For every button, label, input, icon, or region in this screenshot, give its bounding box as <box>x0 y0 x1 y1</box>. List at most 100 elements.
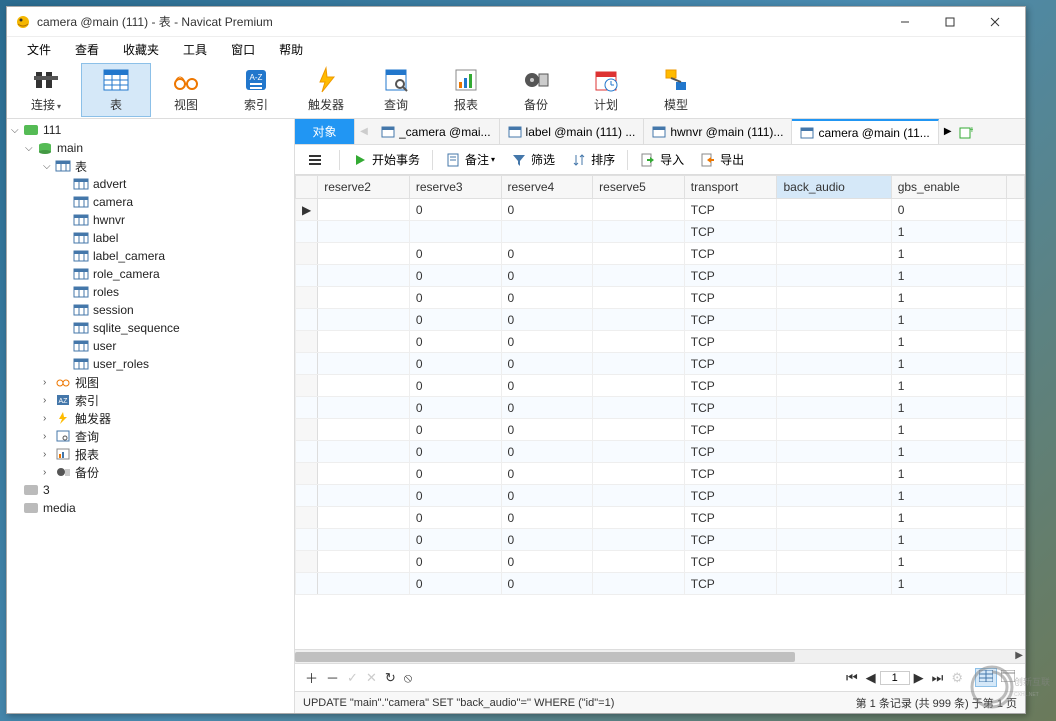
cell-back_audio[interactable] <box>777 199 891 221</box>
tree-label_camera[interactable]: label_camera <box>7 247 294 265</box>
next-page-button[interactable]: ▶ <box>910 668 928 688</box>
table-row[interactable]: 00TCP1 <box>296 551 1025 573</box>
sort-button[interactable]: 排序 <box>565 149 621 170</box>
cell-reserve4[interactable]: 0 <box>501 463 593 485</box>
table-row[interactable]: 00TCP1 <box>296 507 1025 529</box>
delete-record-button[interactable]: － <box>322 666 343 689</box>
cell-transport[interactable]: TCP <box>684 199 777 221</box>
cell-reserve4[interactable]: 0 <box>501 397 593 419</box>
cell-gbs_enable[interactable]: 1 <box>891 463 1006 485</box>
cell-reserve2[interactable] <box>318 507 410 529</box>
tree-session[interactable]: session <box>7 301 294 319</box>
cell-reserve5[interactable] <box>593 485 685 507</box>
maximize-button[interactable] <box>927 7 972 37</box>
cell-reserve4[interactable]: 0 <box>501 507 593 529</box>
cell-reserve2[interactable] <box>318 309 410 331</box>
last-page-button[interactable]: ⏭ <box>928 668 948 688</box>
cell-gbs_enable[interactable]: 1 <box>891 441 1006 463</box>
cell-reserve5[interactable] <box>593 573 685 595</box>
first-page-button[interactable]: ⏮ <box>842 668 862 688</box>
begin-transaction-button[interactable]: 开始事务 <box>346 149 426 170</box>
apply-button[interactable]: ✓ <box>343 668 362 688</box>
table-row[interactable]: 00TCP1 <box>296 375 1025 397</box>
cell-back_audio[interactable] <box>777 353 891 375</box>
cell-reserve3[interactable]: 0 <box>409 463 501 485</box>
cell-reserve5[interactable] <box>593 287 685 309</box>
close-button[interactable] <box>972 7 1017 37</box>
memo-button[interactable]: 备注▾ <box>439 149 501 170</box>
table-row[interactable]: 00TCP1 <box>296 243 1025 265</box>
cell-transport[interactable]: TCP <box>684 419 777 441</box>
table-row[interactable]: 00TCP1 <box>296 265 1025 287</box>
cell-back_audio[interactable] <box>777 507 891 529</box>
cell-gbs_enable[interactable]: 0 <box>891 199 1006 221</box>
cell-reserve4[interactable] <box>501 221 593 243</box>
tab-scroll-right[interactable]: ▶ <box>939 119 957 144</box>
tree-111[interactable]: ⌵111 <box>7 121 294 139</box>
cell-reserve3[interactable]: 0 <box>409 507 501 529</box>
cell-gbs_enable[interactable]: 1 <box>891 221 1006 243</box>
cell-gbs_enable[interactable]: 1 <box>891 507 1006 529</box>
cell-reserve2[interactable] <box>318 221 410 243</box>
tree-索引[interactable]: ›AZ索引 <box>7 391 294 409</box>
cell-reserve5[interactable] <box>593 463 685 485</box>
cell-reserve3[interactable]: 0 <box>409 551 501 573</box>
cell-reserve2[interactable] <box>318 485 410 507</box>
cell-reserve5[interactable] <box>593 353 685 375</box>
cell-back_audio[interactable] <box>777 375 891 397</box>
table-row[interactable]: 00TCP1 <box>296 353 1025 375</box>
table-row[interactable]: 00TCP1 <box>296 331 1025 353</box>
minimize-button[interactable] <box>882 7 927 37</box>
cell-reserve5[interactable] <box>593 529 685 551</box>
toolbar-query[interactable]: 查询 <box>361 63 431 117</box>
scrollbar-thumb[interactable] <box>295 652 795 662</box>
cell-reserve4[interactable]: 0 <box>501 551 593 573</box>
cell-reserve3[interactable]: 0 <box>409 331 501 353</box>
cell-reserve2[interactable] <box>318 573 410 595</box>
cell-gbs_enable[interactable]: 1 <box>891 331 1006 353</box>
cell-transport[interactable]: TCP <box>684 551 777 573</box>
cell-reserve3[interactable]: 0 <box>409 485 501 507</box>
col-reserve5[interactable]: reserve5 <box>593 176 685 199</box>
cell-back_audio[interactable] <box>777 551 891 573</box>
menu-窗口[interactable]: 窗口 <box>219 37 267 62</box>
cell-back_audio[interactable] <box>777 243 891 265</box>
cell-reserve3[interactable]: 0 <box>409 287 501 309</box>
table-row[interactable]: 00TCP1 <box>296 573 1025 595</box>
tab-label @main (111) ...[interactable]: label @main (111) ... <box>500 119 645 144</box>
col-back_audio[interactable]: back_audio <box>777 176 891 199</box>
cell-gbs_enable[interactable]: 1 <box>891 309 1006 331</box>
cell-back_audio[interactable] <box>777 309 891 331</box>
cell-transport[interactable]: TCP <box>684 353 777 375</box>
toolbar-report[interactable]: 报表 <box>431 63 501 117</box>
cell-reserve4[interactable]: 0 <box>501 485 593 507</box>
cell-reserve5[interactable] <box>593 199 685 221</box>
cell-transport[interactable]: TCP <box>684 243 777 265</box>
cell-back_audio[interactable] <box>777 463 891 485</box>
col-transport[interactable]: transport <box>684 176 777 199</box>
import-button[interactable]: 导入 <box>634 149 690 170</box>
tree-表[interactable]: ⌵表 <box>7 157 294 175</box>
toolbar-connect[interactable]: 连接▾ <box>11 63 81 117</box>
cell-reserve2[interactable] <box>318 287 410 309</box>
cell-reserve5[interactable] <box>593 419 685 441</box>
cell-reserve2[interactable] <box>318 419 410 441</box>
cell-gbs_enable[interactable]: 1 <box>891 573 1006 595</box>
cell-reserve2[interactable] <box>318 353 410 375</box>
tree-role_camera[interactable]: role_camera <box>7 265 294 283</box>
tab-camera @main (11...[interactable]: camera @main (11... <box>792 119 938 144</box>
toolbar-index[interactable]: A-Z索引 <box>221 63 291 117</box>
cell-reserve4[interactable]: 0 <box>501 419 593 441</box>
tree-user[interactable]: user <box>7 337 294 355</box>
cell-reserve2[interactable] <box>318 375 410 397</box>
cell-reserve3[interactable]: 0 <box>409 441 501 463</box>
tree-3[interactable]: 3 <box>7 481 294 499</box>
cell-transport[interactable]: TCP <box>684 331 777 353</box>
cell-reserve4[interactable]: 0 <box>501 243 593 265</box>
cell-reserve3[interactable]: 0 <box>409 397 501 419</box>
cell-reserve5[interactable] <box>593 243 685 265</box>
connection-tree[interactable]: ⌵111⌵main⌵表advertcamerahwnvrlabellabel_c… <box>7 119 295 713</box>
menu-工具[interactable]: 工具 <box>171 37 219 62</box>
cell-reserve3[interactable]: 0 <box>409 419 501 441</box>
tree-hwnvr[interactable]: hwnvr <box>7 211 294 229</box>
